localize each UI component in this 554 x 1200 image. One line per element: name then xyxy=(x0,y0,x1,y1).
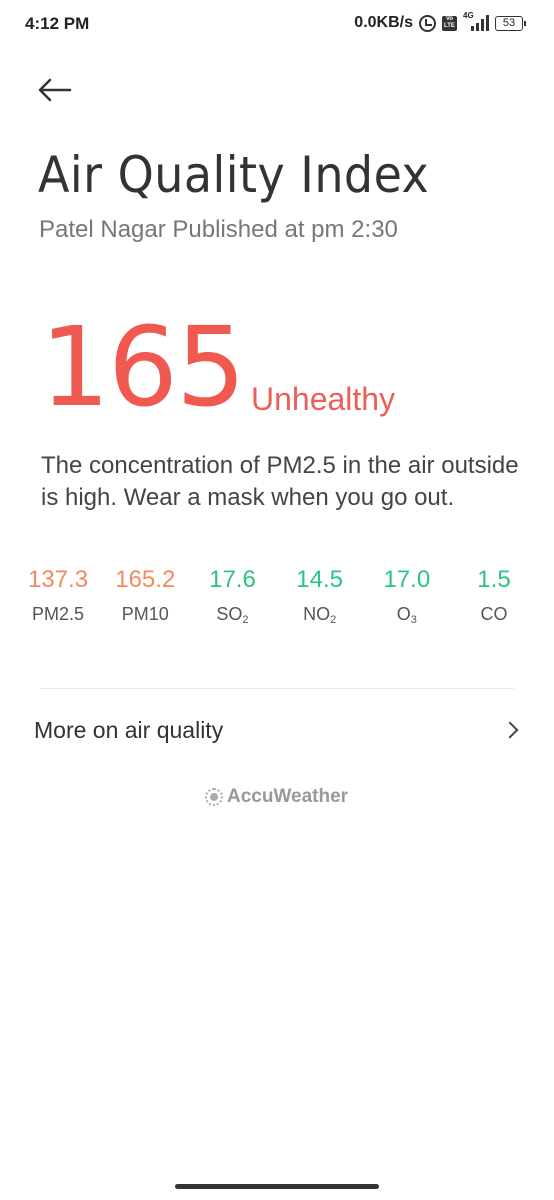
provider-logo: AccuWeather xyxy=(205,786,348,808)
pollutant-item: 17.0 O3 xyxy=(377,566,437,626)
alarm-icon xyxy=(419,14,436,32)
pollutant-item: 165.2 PM10 xyxy=(115,566,175,626)
aqi-status: Unhealthy xyxy=(251,381,396,417)
pollutant-subscript: 2 xyxy=(242,614,249,626)
pollutant-item: 1.5 CO xyxy=(464,566,524,626)
pollutant-item: 17.6 SO2 xyxy=(202,566,262,626)
pollutant-value: 17.6 xyxy=(209,566,256,593)
pollutant-name: CO xyxy=(480,604,507,625)
pollutant-name-text: PM2.5 xyxy=(32,604,85,624)
battery-level: 53 xyxy=(495,15,523,31)
network-type: 4G xyxy=(463,11,474,20)
chevron-right-icon xyxy=(501,721,519,739)
status-time: 4:12 PM xyxy=(25,14,90,33)
status-indicators: 0.0KB/s Vo LTE 4G 53 xyxy=(354,11,526,32)
pollutant-subscript: 3 xyxy=(410,614,417,626)
pollutant-name-text: PM10 xyxy=(121,604,169,624)
provider-name: AccuWeather xyxy=(227,786,349,807)
pollutant-item: 137.3 PM2.5 xyxy=(28,566,88,626)
volte-icon: Vo LTE xyxy=(442,15,457,31)
pollutant-name: PM2.5 xyxy=(32,604,84,625)
pollutant-subscript: 2 xyxy=(330,614,337,626)
pollutant-name: PM10 xyxy=(122,604,169,625)
more-label: More on air quality xyxy=(34,716,224,743)
pollutant-name-text: SO xyxy=(216,604,243,624)
back-button[interactable] xyxy=(32,72,72,108)
aqi-description: The concentration of PM2.5 in the air ou… xyxy=(41,452,519,511)
pollutant-name: NO2 xyxy=(303,604,336,626)
signal-icon: 4G xyxy=(463,11,489,31)
pollutant-name: SO2 xyxy=(216,604,248,626)
home-indicator[interactable] xyxy=(175,1184,379,1189)
arrow-left-icon xyxy=(38,78,72,102)
pollutant-list: 137.3 PM2.5 165.2 PM10 17.6 SO2 14.5 NO2 17.0 O3 1… xyxy=(28,566,524,626)
pollutant-item: 14.5 NO2 xyxy=(290,566,350,626)
location-published-time: Patel Nagar Published at pm 2:30 xyxy=(39,216,398,243)
more-on-air-quality-link[interactable]: More on air quality xyxy=(34,710,524,750)
status-bar: 4:12 PM 0.0KB/s Vo LTE 4G 53 xyxy=(0,0,554,50)
pollutant-value: 14.5 xyxy=(296,566,343,593)
battery-icon: 53 xyxy=(495,15,526,31)
pollutant-name-text: CO xyxy=(480,604,508,624)
pollutant-name-text: NO xyxy=(303,604,331,624)
sun-logo-icon xyxy=(205,788,223,806)
page-title: Air Quality Index xyxy=(38,146,430,204)
pollutant-value: 137.3 xyxy=(28,566,89,593)
divider xyxy=(40,688,514,689)
aqi-value: 165 xyxy=(40,303,246,431)
pollutant-name: O3 xyxy=(397,604,417,626)
pollutant-name-text: O xyxy=(396,604,411,624)
network-speed: 0.0KB/s xyxy=(354,14,413,31)
pollutant-value: 1.5 xyxy=(477,566,511,593)
pollutant-value: 165.2 xyxy=(115,566,176,593)
pollutant-value: 17.0 xyxy=(383,566,431,593)
